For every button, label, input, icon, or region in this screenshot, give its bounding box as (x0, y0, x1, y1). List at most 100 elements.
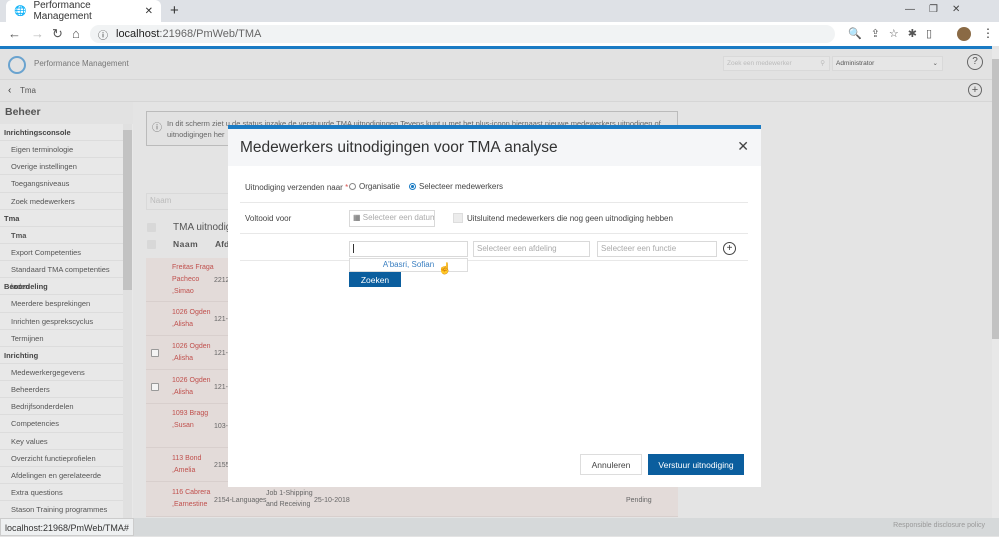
send-invitation-button[interactable]: Verstuur uitnodiging (648, 454, 744, 475)
completed-by-label: Voltooid voor (245, 214, 292, 223)
sidebar-item[interactable]: Beoordeling (0, 278, 123, 296)
sidebar-item[interactable]: Zoek medewerkers (0, 193, 123, 210)
date-picker-input[interactable]: ▦ Selecteer een datum (349, 210, 435, 227)
breadcrumb-item[interactable]: Tma (20, 86, 36, 95)
employee-name-link[interactable]: 1093 Bragg ,Susan (172, 408, 214, 432)
sidebar-item[interactable]: Toegangsniveaus (0, 175, 123, 193)
employee-name-link[interactable]: Freitas Fraga Pacheco ,Simao (172, 262, 214, 298)
browser-tab-bar: 🌐 Performance Management ✕ + —❐✕ (0, 0, 999, 22)
select-all-checkbox[interactable] (147, 223, 156, 232)
date-cell: 25-10-2018 (314, 496, 350, 504)
modal-title: Medewerkers uitnodigingen voor TMA analy… (240, 138, 558, 156)
sidebar-item[interactable]: Key values (0, 433, 123, 450)
add-filter-icon[interactable]: + (723, 242, 736, 255)
profile-avatar[interactable] (957, 27, 971, 41)
hand-cursor-icon: ☝ (438, 263, 452, 275)
modal-header: Medewerkers uitnodigingen voor TMA analy… (228, 129, 761, 166)
sidebar-item[interactable]: Bedrijfsonderdelen (0, 398, 123, 416)
employee-name-link[interactable]: 1026 Ogden ,Alisha (172, 341, 214, 365)
employee-name-link[interactable]: 116 Cabrera ,Earnestine (172, 487, 214, 511)
app-title: Performance Management (34, 59, 129, 68)
row-checkbox[interactable] (151, 349, 159, 357)
add-icon[interactable]: + (968, 83, 982, 97)
department-cell: 103- (214, 423, 229, 430)
employee-input[interactable] (349, 241, 468, 257)
calendar-icon: ▦ (353, 213, 361, 222)
employee-name-link[interactable]: 113 Bond ,Amelia (172, 453, 214, 477)
only-new-checkbox[interactable] (453, 213, 463, 223)
sidebar-item[interactable]: Extra questions (0, 484, 123, 502)
home-icon[interactable]: ⌂ (72, 26, 80, 41)
window-controls[interactable]: —❐✕ (905, 4, 974, 15)
back-icon[interactable]: ← (8, 26, 21, 41)
cancel-button[interactable]: Annuleren (580, 454, 642, 475)
app-logo-icon (8, 56, 26, 74)
employee-name-link[interactable]: 1026 Ogden ,Alisha (172, 307, 214, 331)
browser-tab[interactable]: 🌐 Performance Management ✕ (6, 0, 161, 22)
url-path: :21968/PmWeb/TMA (159, 28, 262, 40)
department-cell: 121- (214, 350, 229, 357)
url-bar[interactable]: ⓘ localhost:21968/PmWeb/TMA (90, 25, 835, 43)
sidebar-item[interactable]: Overige instellingen (0, 158, 123, 176)
radio-selecteer-medewerkers[interactable]: Selecteer medewerkers (409, 182, 503, 191)
column-header-naam[interactable]: Naam (173, 239, 198, 249)
sidebar-item[interactable]: Stason Training programmes (0, 501, 123, 518)
forward-icon[interactable]: → (31, 26, 44, 41)
department-input[interactable]: Selecteer een afdeling (473, 241, 590, 257)
sidebar-item[interactable]: Inrichting (0, 347, 123, 364)
sidebar-title: Beheer (0, 102, 133, 124)
department-cell: 121- (214, 316, 229, 323)
search-button[interactable]: Zoeken (349, 272, 401, 287)
table-title: TMA uitnodigi (173, 222, 234, 233)
department-cell: 121- (214, 384, 229, 391)
help-icon[interactable]: ? (967, 54, 983, 70)
invite-modal: Medewerkers uitnodigingen voor TMA analy… (228, 125, 761, 487)
status-bar: localhost:21968/PmWeb/TMA# Responsible d… (0, 518, 999, 536)
sidebar-item[interactable]: Tma (0, 227, 123, 244)
page-scrollbar[interactable] (992, 49, 999, 518)
radio-organisatie[interactable]: Organisatie (349, 182, 400, 191)
sidebar-item[interactable]: Inrichten gesprekscyclus (0, 313, 123, 330)
status-url: localhost:21968/PmWeb/TMA# (0, 518, 134, 536)
info-icon: ⓘ (152, 123, 162, 134)
sidebar-item[interactable]: Standaard TMA competenties laden (0, 261, 123, 291)
sidebar-item[interactable]: Meerdere besprekingen (0, 295, 123, 313)
breadcrumb: ‹ Tma + (0, 80, 992, 102)
tab-title: Performance Management (33, 0, 92, 22)
send-to-label: Uitnodiging verzenden naar * (245, 183, 349, 192)
browser-actions-icons[interactable]: 🔍⇪☆✱▯ (848, 27, 941, 40)
department-cell: 2154-Languages (214, 496, 267, 504)
chevron-down-icon: ⌄ (932, 60, 938, 67)
only-new-label: Uitsluitend medewerkers die nog geen uit… (467, 214, 673, 223)
employee-search-input[interactable]: Zoek een medewerker ⚲ (723, 56, 830, 71)
sidebar: Beheer Inrichtingsconsole Eigen terminolo… (0, 102, 133, 518)
name-filter-input[interactable]: Naam (146, 193, 236, 210)
sidebar-item[interactable]: Eigen terminologie (0, 141, 123, 159)
sidebar-item[interactable]: Inrichtingsconsole (0, 124, 123, 141)
globe-icon: 🌐 (14, 5, 27, 17)
new-tab-icon[interactable]: + (170, 2, 179, 19)
role-select[interactable]: Administrator ⌄ (832, 56, 943, 71)
reload-icon[interactable]: ↻ (52, 26, 63, 42)
sidebar-item[interactable]: Termijnen (0, 330, 123, 347)
url-host: localhost (116, 28, 160, 40)
menu-icon[interactable]: ⋮ (982, 26, 994, 40)
sidebar-item[interactable]: Medewerkergegevens (0, 364, 123, 382)
header-checkbox[interactable] (147, 240, 156, 249)
row-checkbox[interactable] (151, 383, 159, 391)
sidebar-item[interactable]: Afdelingen en gerelateerde (0, 467, 123, 485)
close-icon[interactable]: ✕ (737, 138, 749, 155)
sidebar-scrollbar[interactable] (123, 124, 132, 518)
sidebar-item[interactable]: Tma (0, 210, 123, 227)
sidebar-item[interactable]: Overzicht functieprofielen (0, 450, 123, 467)
function-input[interactable]: Selecteer een functie (597, 241, 717, 257)
sidebar-item[interactable]: Competencies (0, 415, 123, 433)
sidebar-item[interactable]: Beheerders (0, 381, 123, 399)
employee-name-link[interactable]: 1026 Ogden ,Alisha (172, 375, 214, 399)
disclosure-link[interactable]: Responsible disclosure policy (893, 522, 985, 529)
table-row[interactable]: 116 Cabrera ,Earnestine 2154-Languages Job… (146, 482, 678, 517)
sidebar-item[interactable]: Export Competenties (0, 244, 123, 262)
close-tab-icon[interactable]: ✕ (145, 6, 153, 17)
info-icon: ⓘ (98, 30, 108, 42)
back-chevron-icon[interactable]: ‹ (8, 85, 11, 96)
